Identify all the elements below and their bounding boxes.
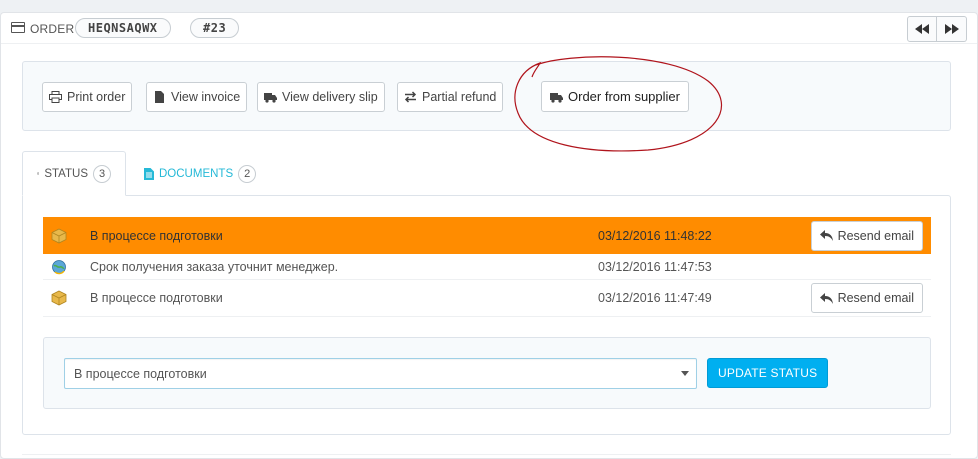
print-icon: [49, 91, 62, 103]
file-icon: [155, 91, 164, 103]
credit-card-icon: [11, 22, 25, 33]
order-tabs: STATUS 3 DOCUMENTS 2: [22, 151, 951, 196]
divider: [22, 454, 951, 455]
status-tab-content: В процессе подготовки 03/12/2016 11:48:2…: [22, 195, 951, 435]
view-delivery-slip-label: View delivery slip: [282, 90, 378, 104]
order-header: ORDER HEQNSAQWX #23: [1, 13, 977, 44]
fast-backward-icon: [915, 24, 929, 34]
reply-icon: [819, 292, 833, 304]
history-status-name: Срок получения заказа уточнит менеджер.: [90, 259, 339, 274]
tab-documents-label: DOCUMENTS: [159, 167, 234, 180]
update-status-form: В процессе подготовки UPDATE STATUS: [43, 337, 931, 409]
package-icon: [51, 290, 67, 306]
previous-order-button[interactable]: [907, 16, 937, 42]
update-status-button[interactable]: UPDATE STATUS: [707, 358, 829, 388]
tab-status-label: STATUS: [44, 167, 88, 180]
history-status-name: В процессе подготовки: [90, 291, 223, 305]
order-label: ORDER: [30, 22, 75, 36]
order-navigation: [907, 16, 967, 42]
view-invoice-button[interactable]: View invoice: [146, 82, 248, 112]
documents-count-badge: 2: [238, 164, 257, 183]
resend-email-button[interactable]: Resend email: [810, 283, 923, 313]
order-actions-toolbar: Print order View invoice View delivery s…: [22, 61, 951, 131]
status-history-table: В процессе подготовки 03/12/2016 11:48:2…: [43, 217, 931, 317]
reply-icon: [819, 230, 833, 241]
status-count-badge: 3: [93, 164, 111, 183]
print-order-button[interactable]: Print order: [42, 82, 133, 112]
resend-email-button[interactable]: Resend email: [810, 220, 923, 251]
clock-icon: [37, 172, 40, 175]
tab-status[interactable]: STATUS 3: [22, 151, 126, 196]
history-row: Срок получения заказа уточнит менеджер. …: [43, 254, 931, 280]
history-row: В процессе подготовки 03/12/2016 11:48:2…: [43, 217, 931, 254]
package-icon: [51, 228, 67, 243]
order-reference-badge: HEQNSAQWX: [75, 18, 171, 38]
fast-forward-icon: [944, 24, 959, 34]
history-row: В процессе подготовки 03/12/2016 11:47:4…: [43, 280, 931, 317]
tab-documents[interactable]: DOCUMENTS 2: [130, 151, 270, 196]
view-delivery-slip-button[interactable]: View delivery slip: [257, 82, 385, 112]
history-status-date: 03/12/2016 11:48:22: [598, 228, 712, 243]
selected-status-value: В процессе подготовки: [74, 366, 207, 381]
view-invoice-label: View invoice: [171, 90, 241, 104]
chevron-down-icon: [681, 371, 689, 376]
order-number-badge: #23: [190, 18, 240, 38]
order-from-supplier-label: Order from supplier: [568, 89, 680, 104]
order-panel: ORDER HEQNSAQWX #23 Print order View inv…: [0, 12, 978, 459]
resend-email-label: Resend email: [837, 291, 914, 305]
partial-refund-button[interactable]: Partial refund: [397, 82, 504, 112]
order-from-supplier-button[interactable]: Order from supplier: [541, 81, 689, 112]
history-status-date: 03/12/2016 11:47:49: [598, 291, 712, 305]
order-status-select[interactable]: В процессе подготовки: [64, 358, 697, 389]
file-text-icon: [144, 167, 154, 180]
next-order-button[interactable]: [937, 16, 967, 42]
history-status-name: В процессе подготовки: [90, 228, 223, 243]
exchange-icon: [404, 91, 417, 103]
truck-icon: [264, 93, 277, 103]
refresh-globe-icon: [52, 259, 66, 274]
partial-refund-label: Partial refund: [422, 90, 497, 104]
print-order-label: Print order: [67, 90, 126, 104]
truck-icon: [550, 92, 563, 103]
resend-email-label: Resend email: [837, 228, 914, 243]
history-status-date: 03/12/2016 11:47:53: [598, 259, 712, 274]
